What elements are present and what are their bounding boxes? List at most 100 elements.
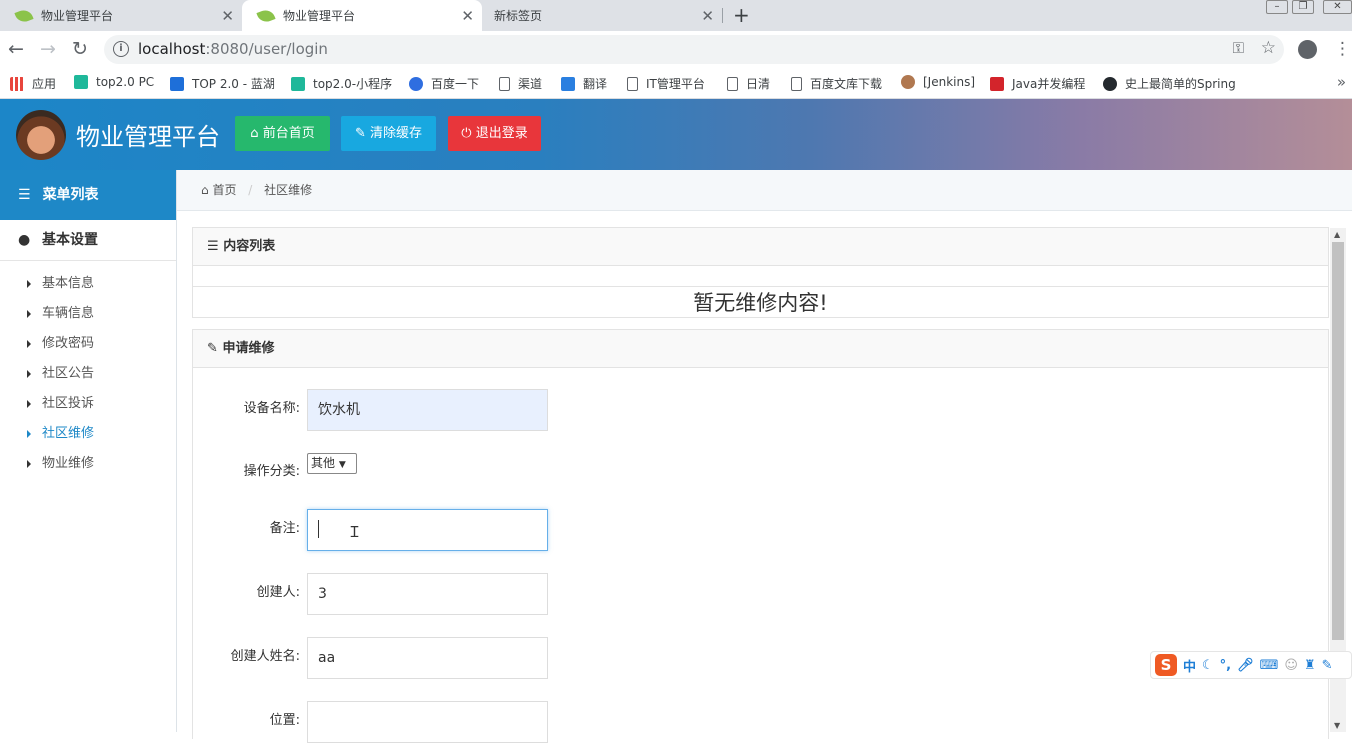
omnibox[interactable]: i localhost:8080/user/login ⚿ ☆	[104, 35, 1284, 64]
bookmark-item[interactable]: 百度文库下载	[791, 75, 882, 92]
scroll-down-arrow-icon[interactable]: ▼	[1334, 721, 1340, 730]
sidebar-item-label: 社区维修	[42, 426, 95, 441]
settings-wrench-icon[interactable]: ✎	[1322, 658, 1333, 673]
browser-tab-active[interactable]: 物业管理平台 ✕	[242, 0, 482, 31]
sidebar-item-announcements[interactable]: 社区公告	[0, 359, 176, 389]
bookmark-apps[interactable]: 应用	[10, 75, 56, 92]
microphone-icon[interactable]: 🎤︎	[1237, 658, 1254, 673]
bookmark-item[interactable]: [Jenkins]	[901, 75, 975, 89]
app-header: 物业管理平台 ⌂ 前台首页 ✎ 清除缓存 ⏻ 退出登录	[0, 99, 1352, 170]
bookmark-item[interactable]: 百度一下	[409, 75, 479, 92]
bookmark-star-icon[interactable]: ☆	[1261, 38, 1276, 58]
clear-cache-button[interactable]: ✎ 清除缓存	[341, 116, 436, 151]
baidu-paw-icon	[409, 76, 423, 91]
users-icon[interactable]: ☺	[1284, 658, 1298, 673]
remark-input[interactable]	[307, 509, 548, 551]
shirt-icon[interactable]: ♜	[1304, 658, 1316, 673]
close-tab-icon[interactable]: ✕	[701, 7, 714, 25]
dropdown-arrow-icon: ▼	[338, 460, 346, 470]
page-icon	[727, 76, 738, 91]
logout-button[interactable]: ⏻ 退出登录	[448, 116, 541, 151]
panel-heading: ☰ 内容列表	[193, 228, 1328, 266]
browser-tab[interactable]: 新标签页 ✕	[482, 0, 722, 31]
power-icon: ⏻	[461, 126, 472, 141]
sidebar-item-change-password[interactable]: 修改密码	[0, 329, 176, 359]
new-tab-icon[interactable]: +	[733, 3, 750, 27]
list-icon: ☰	[207, 239, 219, 254]
minimize-window-icon[interactable]: –	[1266, 0, 1288, 14]
scrollbar-thumb[interactable]	[1332, 242, 1344, 640]
sidebar-group-basic-settings[interactable]: ● 基本设置	[0, 220, 176, 261]
forward-icon[interactable]: →	[40, 37, 56, 61]
bookmark-item[interactable]: IT管理平台	[627, 75, 705, 92]
ime-toolbar: S 中 ☾ °, 🎤︎ ⌨ ☺ ♜ ✎	[1150, 651, 1352, 679]
tab-title: 物业管理平台	[41, 9, 114, 23]
bookmark-label: 日清	[746, 77, 771, 91]
home-icon: ⌂	[250, 126, 259, 141]
bookmark-item[interactable]: 史上最简单的Spring	[1103, 75, 1236, 92]
bookmark-label: 应用	[32, 77, 57, 91]
scroll-up-arrow-icon[interactable]: ▲	[1334, 230, 1340, 239]
bookmark-label: TOP 2.0 - 蓝湖	[192, 77, 275, 91]
close-tab-icon[interactable]: ✕	[221, 7, 234, 25]
main-content: ⌂ 首页 / 社区维修 ☰ 内容列表 暂无维修内容! ✎ 申请维修 设备名称: …	[177, 170, 1352, 743]
bookmark-label: top2.0-小程序	[313, 77, 393, 91]
sidebar-item-basic-info[interactable]: 基本信息	[0, 269, 176, 299]
caret-right-icon	[27, 429, 31, 438]
apps-grid-icon	[10, 76, 24, 91]
sidebar-item-property-repair[interactable]: 物业维修	[0, 449, 176, 479]
bookmark-item[interactable]: 日清	[727, 75, 770, 92]
sidebar-item-label: 社区公告	[42, 366, 95, 381]
location-input[interactable]	[307, 701, 548, 743]
bookmark-item[interactable]: top2.0-小程序	[291, 75, 392, 92]
bookmark-item[interactable]: TOP 2.0 - 蓝湖	[170, 75, 275, 92]
reload-icon[interactable]: ↻	[72, 37, 88, 61]
category-select[interactable]: 其他 ▼	[307, 453, 357, 474]
sidebar-item-vehicle-info[interactable]: 车辆信息	[0, 299, 176, 329]
breadcrumb-home-link[interactable]: 首页	[212, 183, 236, 197]
avatar	[16, 110, 66, 160]
sidebar-item-community-repair[interactable]: 社区维修	[0, 419, 176, 449]
github-icon	[1103, 76, 1117, 91]
ime-mode-label[interactable]: 中	[1183, 656, 1196, 675]
panel-title: 内容列表	[223, 239, 276, 254]
bookmark-item[interactable]: 渠道	[499, 75, 542, 92]
sidebar-item-complaints[interactable]: 社区投诉	[0, 389, 176, 419]
bookmark-label: Java并发编程	[1012, 77, 1086, 91]
bookmark-item[interactable]: 翻译	[561, 75, 607, 92]
key-icon[interactable]: ⚿	[1233, 39, 1244, 57]
browser-tab-strip: 物业管理平台 ✕ 物业管理平台 ✕ 新标签页 ✕ + – ❐ ✕	[0, 0, 1352, 31]
edit-icon: ✎	[207, 341, 218, 356]
sidebar-heading-label: 菜单列表	[42, 187, 99, 203]
back-icon[interactable]: ←	[8, 37, 24, 61]
field-label: 创建人姓名:	[230, 649, 300, 664]
punctuation-icon[interactable]: °,	[1220, 658, 1231, 673]
bookmarks-bar: 应用 top2.0 PC TOP 2.0 - 蓝湖 top2.0-小程序 百度一…	[0, 68, 1352, 99]
profile-avatar-icon[interactable]	[1298, 40, 1317, 59]
keyboard-icon[interactable]: ⌨	[1260, 658, 1279, 673]
browser-menu-icon[interactable]: ⋮	[1334, 37, 1351, 61]
bookmark-label: 百度文库下载	[810, 77, 883, 91]
moon-icon[interactable]: ☾	[1202, 658, 1214, 673]
tab-title: 新标签页	[494, 9, 543, 23]
sogou-logo-icon[interactable]: S	[1155, 654, 1177, 676]
restore-window-icon[interactable]: ❐	[1292, 0, 1314, 14]
close-tab-icon[interactable]: ✕	[461, 7, 474, 25]
creator-input[interactable]: 3	[307, 573, 548, 615]
device-name-input[interactable]: 饮水机	[307, 389, 548, 431]
url-text[interactable]: localhost:8080/user/login	[138, 40, 328, 58]
sidebar-item-label: 车辆信息	[42, 306, 95, 321]
creator-name-input[interactable]: aa	[307, 637, 548, 679]
bookmark-item[interactable]: Java并发编程	[990, 75, 1085, 92]
more-bookmarks-icon[interactable]: »	[1337, 73, 1346, 91]
browser-tab[interactable]: 物业管理平台 ✕	[0, 0, 242, 31]
caret-right-icon	[27, 459, 31, 468]
select-value: 其他	[311, 456, 336, 470]
bookmark-label: 渠道	[518, 77, 543, 91]
wrench-icon: ✎	[354, 126, 366, 141]
site-info-icon[interactable]: i	[113, 41, 129, 57]
caret-right-icon	[27, 399, 31, 408]
bookmark-item[interactable]: top2.0 PC	[74, 75, 154, 89]
close-window-icon[interactable]: ✕	[1323, 0, 1352, 14]
frontend-home-button[interactable]: ⌂ 前台首页	[235, 116, 330, 151]
